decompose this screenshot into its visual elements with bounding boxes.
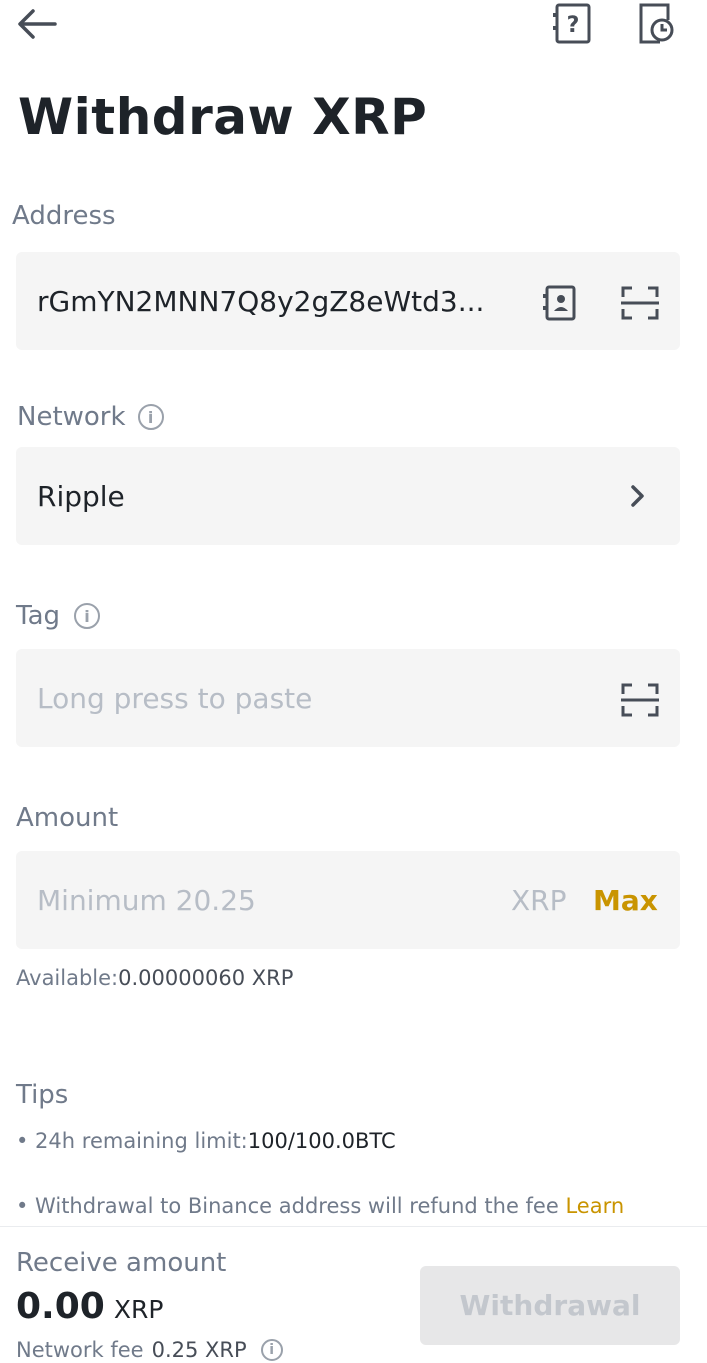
network-select[interactable]: Ripple bbox=[16, 447, 680, 545]
arrow-left-icon bbox=[18, 9, 57, 39]
refund-text: • Withdrawal to Binance address will ref… bbox=[16, 1194, 566, 1218]
receive-unit: XRP bbox=[113, 1295, 164, 1324]
address-label: Address bbox=[12, 201, 116, 231]
tips-refund: • Withdrawal to Binance address will ref… bbox=[16, 1194, 624, 1218]
help-document-icon: ? bbox=[553, 3, 591, 44]
help-button[interactable]: ? bbox=[550, 0, 596, 46]
amount-unit: XRP bbox=[511, 883, 567, 917]
footer-divider bbox=[0, 1226, 707, 1227]
history-button[interactable] bbox=[632, 0, 678, 46]
amount-label: Amount bbox=[16, 803, 119, 833]
learn-link[interactable]: Learn bbox=[565, 1194, 624, 1218]
max-button[interactable]: Max bbox=[593, 851, 658, 949]
limit-label: • 24h remaining limit: bbox=[16, 1129, 248, 1153]
amount-placeholder: Minimum 20.25 bbox=[37, 883, 256, 917]
fee-value: 0.25 XRP bbox=[151, 1338, 247, 1362]
page-title: Withdraw XRP bbox=[18, 88, 428, 146]
svg-text:?: ? bbox=[567, 13, 580, 38]
chevron-right-icon bbox=[624, 482, 652, 510]
available-value: 0.00000060 XRP bbox=[118, 966, 294, 990]
address-scan-button[interactable] bbox=[616, 281, 664, 325]
tips-limit: • 24h remaining limit:100/100.0BTC bbox=[16, 1129, 396, 1153]
address-input[interactable]: rGmYN2MNN7Q8y2gZ8eWtd3... bbox=[16, 252, 680, 350]
network-label: Network bbox=[17, 402, 126, 432]
network-value: Ripple bbox=[37, 479, 125, 513]
tag-scan-button[interactable] bbox=[616, 678, 664, 722]
withdraw-button[interactable]: Withdrawal bbox=[420, 1266, 680, 1345]
info-icon[interactable]: i bbox=[137, 404, 164, 430]
tag-input[interactable]: Long press to paste bbox=[16, 649, 680, 747]
receive-value: 0.00 bbox=[16, 1286, 105, 1327]
tag-label-row: Tag i bbox=[16, 601, 101, 631]
available-balance: Available:0.00000060 XRP bbox=[16, 966, 293, 990]
address-book-icon bbox=[543, 285, 576, 321]
history-record-icon bbox=[639, 3, 674, 44]
fee-label: Network fee bbox=[16, 1338, 144, 1362]
network-label-row: Network i bbox=[17, 402, 164, 432]
scan-icon bbox=[621, 683, 659, 717]
info-icon[interactable]: i bbox=[74, 603, 101, 629]
amount-input[interactable]: Minimum 20.25 XRP Max bbox=[16, 851, 680, 949]
info-icon[interactable]: i bbox=[260, 1339, 283, 1361]
receive-label: Receive amount bbox=[16, 1248, 227, 1278]
tag-label: Tag bbox=[16, 601, 61, 631]
back-button[interactable] bbox=[14, 4, 60, 44]
tag-placeholder: Long press to paste bbox=[37, 681, 313, 715]
network-fee: Network fee 0.25 XRP i bbox=[16, 1338, 283, 1362]
scan-icon bbox=[621, 286, 659, 320]
address-value: rGmYN2MNN7Q8y2gZ8eWtd3... bbox=[37, 284, 485, 318]
address-book-button[interactable] bbox=[538, 281, 582, 325]
limit-value: 100/100.0BTC bbox=[247, 1129, 396, 1153]
tips-title: Tips bbox=[16, 1080, 69, 1110]
available-label: Available: bbox=[16, 966, 119, 990]
receive-amount: 0.00 XRP bbox=[16, 1286, 163, 1327]
